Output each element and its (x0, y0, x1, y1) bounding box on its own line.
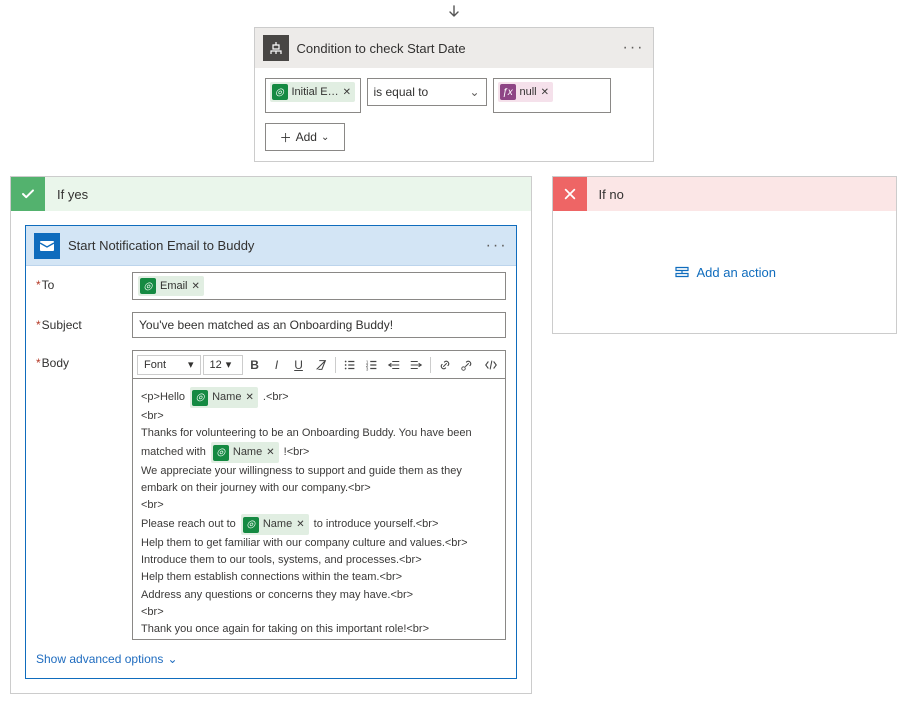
add-action-button[interactable]: Add an action (553, 211, 896, 333)
bold-button[interactable]: B (245, 355, 265, 375)
dataverse-icon: ◎ (192, 390, 208, 406)
subject-label: *Subject (36, 312, 132, 332)
remove-token-icon[interactable]: ✕ (245, 390, 253, 406)
font-size-select[interactable]: 12▾ (203, 355, 243, 375)
plus-icon: ＋ (280, 129, 292, 146)
outlook-icon (34, 233, 60, 259)
dataverse-icon: ◎ (213, 445, 229, 461)
token-email[interactable]: ◎ Email ✕ (138, 276, 204, 296)
condition-menu-button[interactable]: ··· (623, 39, 645, 57)
condition-left-operand[interactable]: ◎ Initial E… ✕ (265, 78, 361, 113)
condition-title: Condition to check Start Date (297, 41, 466, 56)
clear-formatting-button[interactable] (311, 355, 331, 375)
outdent-button[interactable] (384, 355, 404, 375)
token-name[interactable]: ◎Name✕ (241, 514, 309, 535)
dataverse-icon: ◎ (140, 278, 156, 294)
chevron-down-icon: ⌄ (469, 85, 479, 99)
svg-text:3: 3 (365, 366, 368, 371)
remove-token-icon[interactable]: ✕ (266, 445, 274, 461)
token-name[interactable]: ◎Name✕ (211, 442, 279, 463)
remove-token-icon[interactable]: ✕ (296, 517, 304, 533)
link-button[interactable] (435, 355, 455, 375)
remove-token-icon[interactable]: ✕ (192, 281, 200, 292)
rte-toolbar: Font▾ 12▾ B I U (132, 350, 506, 378)
close-icon (553, 177, 587, 211)
body-editor[interactable]: <p>Hello ◎Name✕ .<br> <br> Thanks for vo… (132, 378, 506, 640)
add-condition-button[interactable]: ＋ Add ⌄ (265, 123, 345, 151)
branch-if-no: If no Add an action (552, 176, 897, 334)
subject-input[interactable]: You've been matched as an Onboarding Bud… (132, 312, 506, 338)
italic-button[interactable]: I (267, 355, 287, 375)
underline-button[interactable]: U (289, 355, 309, 375)
branch-yes-header: If yes (11, 177, 531, 211)
dataverse-icon: ◎ (243, 517, 259, 533)
fx-icon: ƒx (500, 84, 516, 100)
email-action-menu-button[interactable]: ··· (486, 237, 508, 255)
body-label: *Body (36, 350, 132, 370)
condition-right-operand[interactable]: ƒx null ✕ (493, 78, 611, 113)
font-family-select[interactable]: Font▾ (137, 355, 201, 375)
remove-token-icon[interactable]: ✕ (343, 87, 351, 98)
remove-token-icon[interactable]: ✕ (541, 87, 549, 98)
token-null[interactable]: ƒx null ✕ (498, 82, 554, 102)
link-settings-button[interactable] (457, 355, 477, 375)
branch-if-yes: If yes Start Notification Email to Buddy… (10, 176, 532, 694)
chevron-down-icon: ⌄ (321, 132, 329, 143)
token-initial-e[interactable]: ◎ Initial E… ✕ (270, 82, 355, 102)
arrow-down-icon (10, 4, 897, 25)
token-name[interactable]: ◎Name✕ (190, 387, 258, 408)
email-action-header[interactable]: Start Notification Email to Buddy ··· (26, 226, 516, 266)
to-label: *To (36, 272, 132, 292)
condition-header[interactable]: Condition to check Start Date ··· (255, 28, 653, 68)
condition-operator-select[interactable]: is equal to ⌄ (367, 78, 487, 106)
check-icon (11, 177, 45, 211)
email-action-card: Start Notification Email to Buddy ··· *T… (25, 225, 517, 679)
condition-icon (263, 35, 289, 61)
code-view-button[interactable] (481, 355, 501, 375)
branch-no-header: If no (553, 177, 896, 211)
numbered-list-button[interactable]: 123 (362, 355, 382, 375)
email-action-title: Start Notification Email to Buddy (68, 238, 254, 253)
condition-card: Condition to check Start Date ··· ◎ Init… (254, 27, 654, 162)
dataverse-icon: ◎ (272, 84, 288, 100)
to-input[interactable]: ◎ Email ✕ (132, 272, 506, 300)
bullet-list-button[interactable] (340, 355, 360, 375)
show-advanced-options-link[interactable]: Show advanced options ⌄ (26, 640, 188, 678)
indent-button[interactable] (406, 355, 426, 375)
chevron-down-icon: ⌄ (167, 652, 177, 666)
